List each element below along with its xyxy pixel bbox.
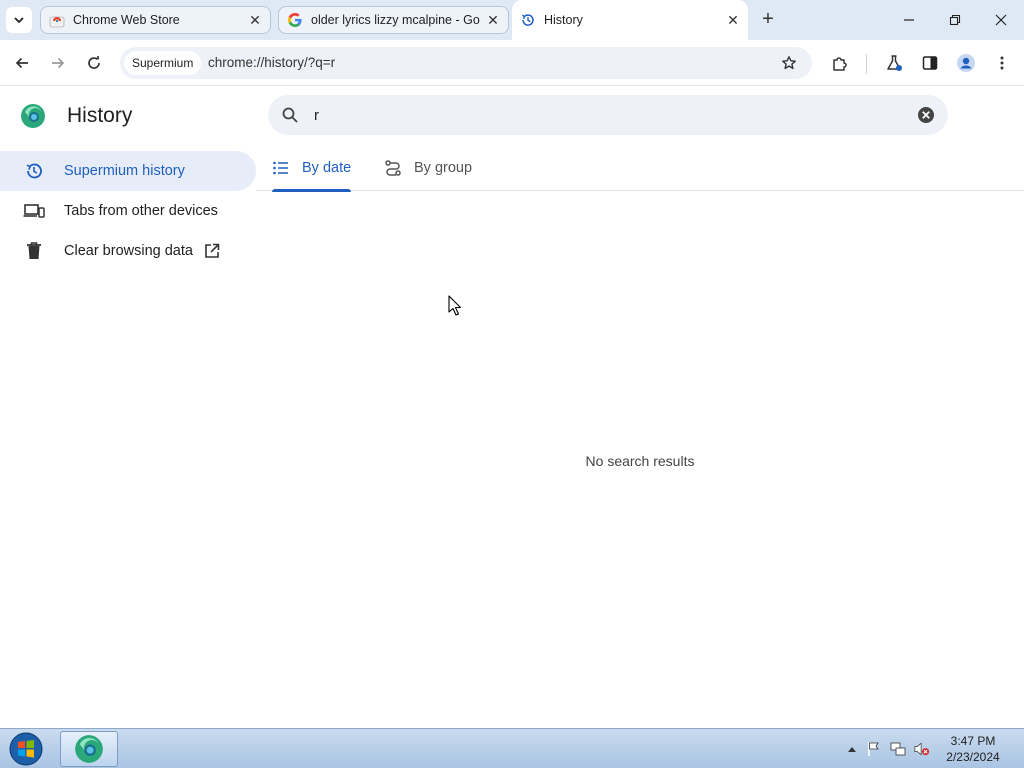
flask-icon xyxy=(887,55,902,71)
bookmark-star-icon[interactable] xyxy=(778,52,800,74)
forward-button[interactable] xyxy=(44,49,72,77)
clock-date: 2/23/2024 xyxy=(946,750,1000,764)
devices-icon xyxy=(22,199,46,223)
action-center-flag-icon[interactable] xyxy=(866,741,882,757)
tab-google-search[interactable]: older lyrics lizzy mcalpine - Go ✕ xyxy=(278,6,509,34)
journeys-icon xyxy=(384,159,402,177)
url-text[interactable]: chrome://history/?q=r xyxy=(208,47,335,79)
minimize-button[interactable] xyxy=(886,0,932,40)
close-tab-icon[interactable]: ✕ xyxy=(724,11,742,29)
extensions-button[interactable] xyxy=(826,49,854,77)
sidebar-item-label: Tabs from other devices xyxy=(64,203,218,219)
list-icon xyxy=(272,159,290,177)
volume-muted-icon[interactable] xyxy=(914,741,930,757)
browser-toolbar: Supermium chrome://history/?q=r xyxy=(0,40,1024,86)
more-vert-icon xyxy=(1000,56,1004,70)
empty-state-message: No search results xyxy=(585,453,695,469)
active-tab-indicator xyxy=(272,189,352,192)
tab-label: By date xyxy=(302,160,352,176)
show-hidden-icons-icon[interactable] xyxy=(844,741,860,757)
back-button[interactable] xyxy=(8,49,36,77)
taskbar: 3:47 PM 2/23/2024 xyxy=(0,728,1024,768)
sidebar-item-tabs-other-devices[interactable]: Tabs from other devices xyxy=(0,191,256,231)
close-tab-icon[interactable]: ✕ xyxy=(484,11,502,29)
side-panel-button[interactable] xyxy=(916,49,944,77)
sidebar-item-clear-browsing-data[interactable]: Clear browsing data xyxy=(0,231,256,271)
puzzle-icon xyxy=(833,57,847,71)
tab-by-date[interactable]: By date xyxy=(272,145,352,192)
history-search-box xyxy=(268,95,948,135)
new-tab-button[interactable]: + xyxy=(758,9,778,30)
supermium-logo-icon xyxy=(20,103,46,129)
arrow-right-icon xyxy=(52,57,65,69)
tab-chrome-web-store[interactable]: Chrome Web Store ✕ xyxy=(40,6,271,34)
site-chip[interactable]: Supermium xyxy=(124,51,202,75)
sidebar-item-label: Clear browsing data xyxy=(64,243,193,259)
taskbar-supermium-app[interactable] xyxy=(60,731,118,767)
restore-icon xyxy=(949,14,961,26)
sidebar-item-supermium-history[interactable]: Supermium history xyxy=(0,151,256,191)
start-button[interactable] xyxy=(6,731,46,767)
chrome-web-store-icon xyxy=(49,12,65,28)
tab-by-group[interactable]: By group xyxy=(384,145,472,191)
clock-time: 3:47 PM xyxy=(950,734,996,748)
address-bar[interactable]: Supermium chrome://history/?q=r xyxy=(120,47,812,79)
tab-history[interactable]: History ✕ xyxy=(512,0,748,40)
close-window-button[interactable] xyxy=(978,0,1024,40)
network-icon[interactable] xyxy=(890,741,906,757)
avatar-icon xyxy=(957,54,975,72)
chevron-down-icon xyxy=(14,17,24,24)
history-view-tabs: By date By group xyxy=(256,145,1024,192)
minimize-icon xyxy=(904,19,914,21)
mouse-cursor-icon xyxy=(448,295,462,317)
tab-label: By group xyxy=(414,160,473,176)
tab-title: History xyxy=(544,13,583,27)
profile-button[interactable] xyxy=(952,49,980,77)
reload-icon xyxy=(88,55,100,69)
tab-title: Chrome Web Store xyxy=(73,13,180,27)
trash-icon xyxy=(22,239,46,263)
page-title: History xyxy=(67,104,133,127)
menu-button[interactable] xyxy=(988,49,1016,77)
history-clock-icon xyxy=(22,159,46,183)
windows-start-icon xyxy=(9,732,43,766)
tab-strip: Chrome Web Store ✕ older lyrics lizzy mc… xyxy=(0,0,1024,40)
restore-button[interactable] xyxy=(932,0,978,40)
toolbar-divider xyxy=(866,54,867,74)
sidebar-item-label: Supermium history xyxy=(64,163,185,179)
arrow-left-icon xyxy=(15,57,28,69)
external-link-icon xyxy=(203,242,221,260)
close-icon xyxy=(995,14,1007,26)
search-icon xyxy=(280,105,300,125)
taskbar-clock[interactable]: 3:47 PM 2/23/2024 xyxy=(938,733,1008,765)
side-panel-icon xyxy=(922,56,938,70)
clear-search-icon[interactable] xyxy=(916,105,936,125)
tab-title: older lyrics lizzy mcalpine - Go xyxy=(311,13,480,27)
supermium-logo-icon xyxy=(75,735,103,763)
close-tab-icon[interactable]: ✕ xyxy=(246,11,264,29)
tab-search-button[interactable] xyxy=(6,7,32,33)
reload-button[interactable] xyxy=(80,49,108,77)
history-clock-icon xyxy=(520,12,536,28)
search-input[interactable] xyxy=(314,103,894,127)
google-icon xyxy=(287,12,303,28)
labs-button[interactable] xyxy=(880,49,908,77)
history-page: History Supermium history Tabs from othe… xyxy=(0,87,1024,728)
